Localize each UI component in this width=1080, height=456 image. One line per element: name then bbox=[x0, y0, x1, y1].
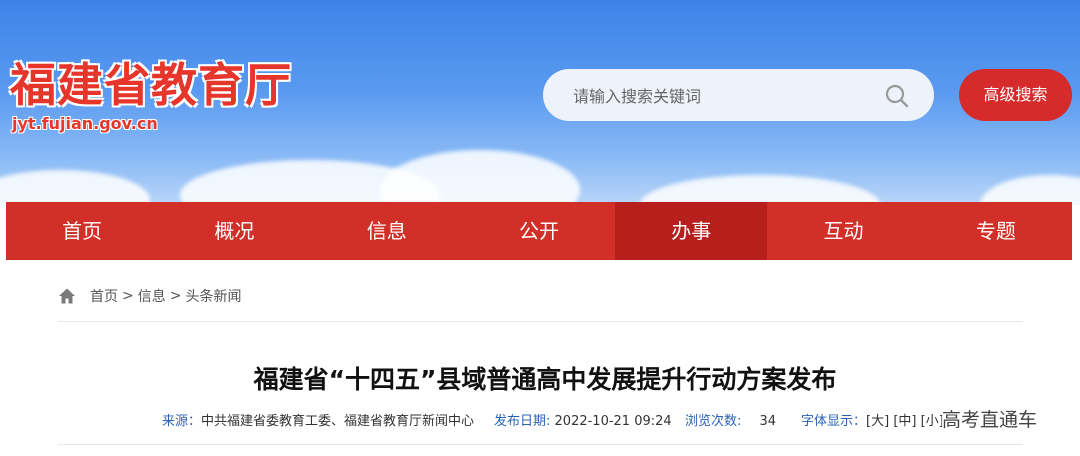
breadcrumb-info[interactable]: 信息 bbox=[138, 286, 166, 306]
search-input[interactable] bbox=[571, 69, 875, 123]
views-label: 浏览次数: bbox=[685, 414, 742, 429]
header-cloud bbox=[980, 175, 1080, 205]
article-title: 福建省“十四五”县域普通高中发展提升行动方案发布 bbox=[253, 365, 837, 394]
advanced-search-button[interactable]: 高级搜索 bbox=[959, 69, 1072, 121]
breadcrumb-home[interactable]: 首页 bbox=[90, 286, 118, 306]
search-icon[interactable] bbox=[884, 83, 910, 109]
search-box bbox=[543, 69, 934, 123]
font-size-control: 字体显示：[大] [中] [小] bbox=[801, 410, 944, 429]
nav-item-interaction[interactable]: 互动 bbox=[767, 202, 919, 260]
article-date: 发布日期: 2022-10-21 09:24 bbox=[494, 410, 672, 429]
watermark-text: 高考直通车 bbox=[942, 405, 1038, 432]
date-value: 2022-10-21 09:24 bbox=[554, 414, 672, 429]
main-nav: 首页 概况 信息 公开 办事 互动 专题 bbox=[6, 202, 1072, 260]
nav-item-public[interactable]: 公开 bbox=[463, 202, 615, 260]
site-logo-title[interactable]: 福建省教育厅 bbox=[10, 55, 292, 115]
breadcrumb-separator: > bbox=[122, 288, 134, 304]
divider bbox=[58, 321, 1023, 322]
source-value: 中共福建省委教育工委、福建省教育厅新闻中心 bbox=[201, 414, 475, 429]
font-size-small[interactable]: [小] bbox=[921, 414, 944, 429]
article-content: 首页 > 信息 > 头条新闻 福建省“十四五”县域普通高中发展提升行动方案发布 … bbox=[6, 260, 1072, 456]
nav-item-services[interactable]: 办事 bbox=[615, 202, 768, 260]
header-cloud bbox=[640, 175, 880, 205]
divider bbox=[58, 444, 1023, 445]
site-domain: jyt.fujian.gov.cn bbox=[12, 114, 158, 133]
source-label: 来源： bbox=[162, 414, 202, 429]
breadcrumb-separator: > bbox=[169, 288, 182, 304]
home-icon[interactable] bbox=[58, 287, 76, 305]
article-views: 浏览次数: 34 bbox=[685, 410, 776, 429]
nav-item-overview[interactable]: 概况 bbox=[158, 202, 310, 260]
breadcrumb-headline-news[interactable]: 头条新闻 bbox=[185, 286, 241, 306]
breadcrumb: 首页 > 信息 > 头条新闻 bbox=[58, 286, 241, 306]
nav-item-information[interactable]: 信息 bbox=[311, 202, 463, 260]
header-cloud bbox=[0, 170, 150, 205]
header-cloud bbox=[380, 150, 580, 205]
date-label: 发布日期: bbox=[494, 414, 551, 429]
font-size-medium[interactable]: [中] bbox=[893, 414, 916, 429]
nav-item-home[interactable]: 首页 bbox=[6, 202, 158, 260]
font-size-label: 字体显示： bbox=[801, 414, 867, 429]
views-value: 34 bbox=[759, 414, 777, 429]
nav-item-topics[interactable]: 专题 bbox=[920, 202, 1072, 260]
article-source: 来源：中共福建省委教育工委、福建省教育厅新闻中心 bbox=[162, 410, 474, 429]
page-header: 福建省教育厅 jyt.fujian.gov.cn 高级搜索 bbox=[0, 0, 1080, 205]
font-size-large[interactable]: [大] bbox=[866, 414, 889, 429]
